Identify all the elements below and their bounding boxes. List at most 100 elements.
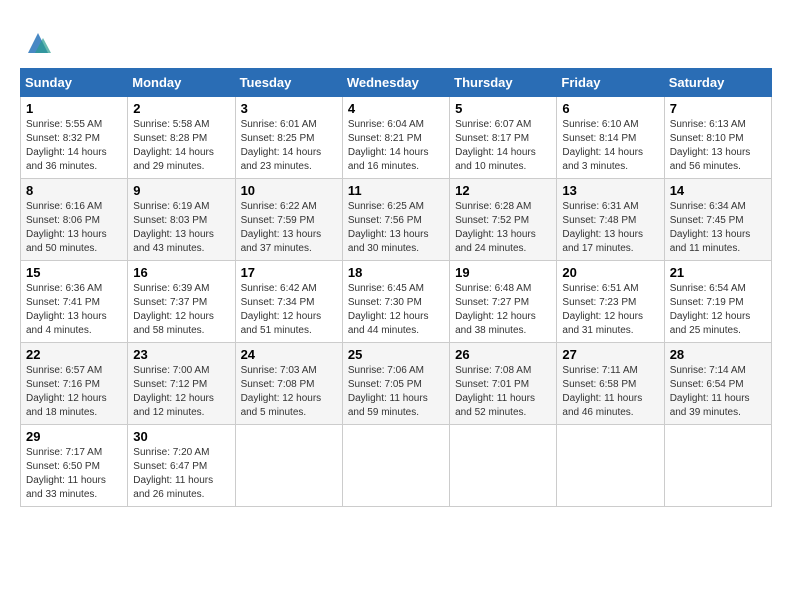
day-content: Sunrise: 7:03 AM Sunset: 7:08 PM Dayligh… bbox=[241, 364, 337, 420]
day-number: 25 bbox=[348, 347, 444, 362]
day-content: Sunrise: 6:10 AM Sunset: 8:14 PM Dayligh… bbox=[562, 118, 658, 174]
header-day-sunday: Sunday bbox=[21, 69, 128, 97]
day-number: 6 bbox=[562, 101, 658, 116]
day-content: Sunrise: 6:07 AM Sunset: 8:17 PM Dayligh… bbox=[455, 118, 551, 174]
day-number: 24 bbox=[241, 347, 337, 362]
day-cell-30: 30 Sunrise: 7:20 AM Sunset: 6:47 PM Dayli… bbox=[128, 425, 235, 507]
empty-cell bbox=[342, 425, 449, 507]
day-cell-9: 9Sunrise: 6:19 AM Sunset: 8:03 PM Daylig… bbox=[128, 179, 235, 261]
day-number: 10 bbox=[241, 183, 337, 198]
day-content: Sunrise: 7:14 AM Sunset: 6:54 PM Dayligh… bbox=[670, 364, 766, 420]
empty-cell bbox=[557, 425, 664, 507]
day-cell-22: 22 Sunrise: 6:57 AM Sunset: 7:16 PM Dayli… bbox=[21, 343, 128, 425]
day-content: Sunrise: 6:04 AM Sunset: 8:21 PM Dayligh… bbox=[348, 118, 444, 174]
header-row: SundayMondayTuesdayWednesdayThursdayFrid… bbox=[21, 69, 772, 97]
empty-cell bbox=[235, 425, 342, 507]
day-cell-19: 19 Sunrise: 6:48 AM Sunset: 7:27 PM Dayli… bbox=[450, 261, 557, 343]
day-cell-15: 15Sunrise: 6:36 AM Sunset: 7:41 PM Dayli… bbox=[21, 261, 128, 343]
day-number: 17 bbox=[241, 265, 337, 280]
header-day-tuesday: Tuesday bbox=[235, 69, 342, 97]
day-cell-20: 20Sunrise: 6:51 AM Sunset: 7:23 PM Dayli… bbox=[557, 261, 664, 343]
week-row-2: 8Sunrise: 6:16 AM Sunset: 8:06 PM Daylig… bbox=[21, 179, 772, 261]
empty-cell bbox=[450, 425, 557, 507]
day-content: Sunrise: 6:25 AM Sunset: 7:56 PM Dayligh… bbox=[348, 200, 444, 256]
day-number: 21 bbox=[670, 265, 766, 280]
day-number: 14 bbox=[670, 183, 766, 198]
day-number: 3 bbox=[241, 101, 337, 116]
day-cell-8: 8Sunrise: 6:16 AM Sunset: 8:06 PM Daylig… bbox=[21, 179, 128, 261]
day-content: Sunrise: 6:22 AM Sunset: 7:59 PM Dayligh… bbox=[241, 200, 337, 256]
day-content: Sunrise: 7:00 AM Sunset: 7:12 PM Dayligh… bbox=[133, 364, 229, 420]
header-day-monday: Monday bbox=[128, 69, 235, 97]
day-number: 20 bbox=[562, 265, 658, 280]
day-content: Sunrise: 7:17 AM Sunset: 6:50 PM Dayligh… bbox=[26, 446, 122, 502]
calendar-body: 1 Sunrise: 5:55 AM Sunset: 8:32 PM Daylig… bbox=[21, 97, 772, 507]
header-day-thursday: Thursday bbox=[450, 69, 557, 97]
day-cell-27: 27 Sunrise: 7:11 AM Sunset: 6:58 PM Dayli… bbox=[557, 343, 664, 425]
day-cell-17: 17 Sunrise: 6:42 AM Sunset: 7:34 PM Dayli… bbox=[235, 261, 342, 343]
calendar-header: SundayMondayTuesdayWednesdayThursdayFrid… bbox=[21, 69, 772, 97]
day-number: 4 bbox=[348, 101, 444, 116]
day-content: Sunrise: 6:57 AM Sunset: 7:16 PM Dayligh… bbox=[26, 364, 122, 420]
day-cell-3: 3 Sunrise: 6:01 AM Sunset: 8:25 PM Daylig… bbox=[235, 97, 342, 179]
day-number: 22 bbox=[26, 347, 122, 362]
day-cell-14: 14 Sunrise: 6:34 AM Sunset: 7:45 PM Dayli… bbox=[664, 179, 771, 261]
day-cell-7: 7 Sunrise: 6:13 AM Sunset: 8:10 PM Daylig… bbox=[664, 97, 771, 179]
day-number: 13 bbox=[562, 183, 658, 198]
week-row-1: 1 Sunrise: 5:55 AM Sunset: 8:32 PM Daylig… bbox=[21, 97, 772, 179]
empty-cell bbox=[664, 425, 771, 507]
day-cell-29: 29 Sunrise: 7:17 AM Sunset: 6:50 PM Dayli… bbox=[21, 425, 128, 507]
logo bbox=[20, 28, 53, 58]
header-day-friday: Friday bbox=[557, 69, 664, 97]
day-cell-24: 24 Sunrise: 7:03 AM Sunset: 7:08 PM Dayli… bbox=[235, 343, 342, 425]
day-cell-28: 28 Sunrise: 7:14 AM Sunset: 6:54 PM Dayli… bbox=[664, 343, 771, 425]
calendar-table: SundayMondayTuesdayWednesdayThursdayFrid… bbox=[20, 68, 772, 507]
day-cell-21: 21 Sunrise: 6:54 AM Sunset: 7:19 PM Dayli… bbox=[664, 261, 771, 343]
day-content: Sunrise: 6:28 AM Sunset: 7:52 PM Dayligh… bbox=[455, 200, 551, 256]
day-number: 23 bbox=[133, 347, 229, 362]
day-content: Sunrise: 6:01 AM Sunset: 8:25 PM Dayligh… bbox=[241, 118, 337, 174]
header-day-wednesday: Wednesday bbox=[342, 69, 449, 97]
day-number: 5 bbox=[455, 101, 551, 116]
day-number: 7 bbox=[670, 101, 766, 116]
page-header bbox=[20, 20, 772, 58]
day-content: Sunrise: 6:16 AM Sunset: 8:06 PM Dayligh… bbox=[26, 200, 122, 256]
day-number: 27 bbox=[562, 347, 658, 362]
day-content: Sunrise: 7:11 AM Sunset: 6:58 PM Dayligh… bbox=[562, 364, 658, 420]
day-cell-10: 10 Sunrise: 6:22 AM Sunset: 7:59 PM Dayli… bbox=[235, 179, 342, 261]
day-cell-25: 25 Sunrise: 7:06 AM Sunset: 7:05 PM Dayli… bbox=[342, 343, 449, 425]
day-number: 18 bbox=[348, 265, 444, 280]
day-content: Sunrise: 5:58 AM Sunset: 8:28 PM Dayligh… bbox=[133, 118, 229, 174]
day-content: Sunrise: 7:20 AM Sunset: 6:47 PM Dayligh… bbox=[133, 446, 229, 502]
day-content: Sunrise: 6:42 AM Sunset: 7:34 PM Dayligh… bbox=[241, 282, 337, 338]
day-content: Sunrise: 6:34 AM Sunset: 7:45 PM Dayligh… bbox=[670, 200, 766, 256]
header-day-saturday: Saturday bbox=[664, 69, 771, 97]
day-content: Sunrise: 6:13 AM Sunset: 8:10 PM Dayligh… bbox=[670, 118, 766, 174]
week-row-3: 15Sunrise: 6:36 AM Sunset: 7:41 PM Dayli… bbox=[21, 261, 772, 343]
day-cell-23: 23 Sunrise: 7:00 AM Sunset: 7:12 PM Dayli… bbox=[128, 343, 235, 425]
day-cell-5: 5 Sunrise: 6:07 AM Sunset: 8:17 PM Daylig… bbox=[450, 97, 557, 179]
day-number: 19 bbox=[455, 265, 551, 280]
day-cell-4: 4 Sunrise: 6:04 AM Sunset: 8:21 PM Daylig… bbox=[342, 97, 449, 179]
day-cell-1: 1 Sunrise: 5:55 AM Sunset: 8:32 PM Daylig… bbox=[21, 97, 128, 179]
day-content: Sunrise: 5:55 AM Sunset: 8:32 PM Dayligh… bbox=[26, 118, 122, 174]
day-content: Sunrise: 6:54 AM Sunset: 7:19 PM Dayligh… bbox=[670, 282, 766, 338]
day-content: Sunrise: 6:48 AM Sunset: 7:27 PM Dayligh… bbox=[455, 282, 551, 338]
day-cell-26: 26Sunrise: 7:08 AM Sunset: 7:01 PM Dayli… bbox=[450, 343, 557, 425]
day-content: Sunrise: 7:06 AM Sunset: 7:05 PM Dayligh… bbox=[348, 364, 444, 420]
week-row-4: 22 Sunrise: 6:57 AM Sunset: 7:16 PM Dayli… bbox=[21, 343, 772, 425]
day-number: 29 bbox=[26, 429, 122, 444]
day-number: 28 bbox=[670, 347, 766, 362]
day-number: 30 bbox=[133, 429, 229, 444]
day-number: 1 bbox=[26, 101, 122, 116]
day-content: Sunrise: 6:39 AM Sunset: 7:37 PM Dayligh… bbox=[133, 282, 229, 338]
day-number: 9 bbox=[133, 183, 229, 198]
day-cell-6: 6 Sunrise: 6:10 AM Sunset: 8:14 PM Daylig… bbox=[557, 97, 664, 179]
day-number: 11 bbox=[348, 183, 444, 198]
day-content: Sunrise: 7:08 AM Sunset: 7:01 PM Dayligh… bbox=[455, 364, 551, 420]
day-cell-11: 11 Sunrise: 6:25 AM Sunset: 7:56 PM Dayli… bbox=[342, 179, 449, 261]
day-cell-16: 16Sunrise: 6:39 AM Sunset: 7:37 PM Dayli… bbox=[128, 261, 235, 343]
logo-icon bbox=[23, 28, 53, 58]
day-content: Sunrise: 6:31 AM Sunset: 7:48 PM Dayligh… bbox=[562, 200, 658, 256]
week-row-5: 29 Sunrise: 7:17 AM Sunset: 6:50 PM Dayli… bbox=[21, 425, 772, 507]
